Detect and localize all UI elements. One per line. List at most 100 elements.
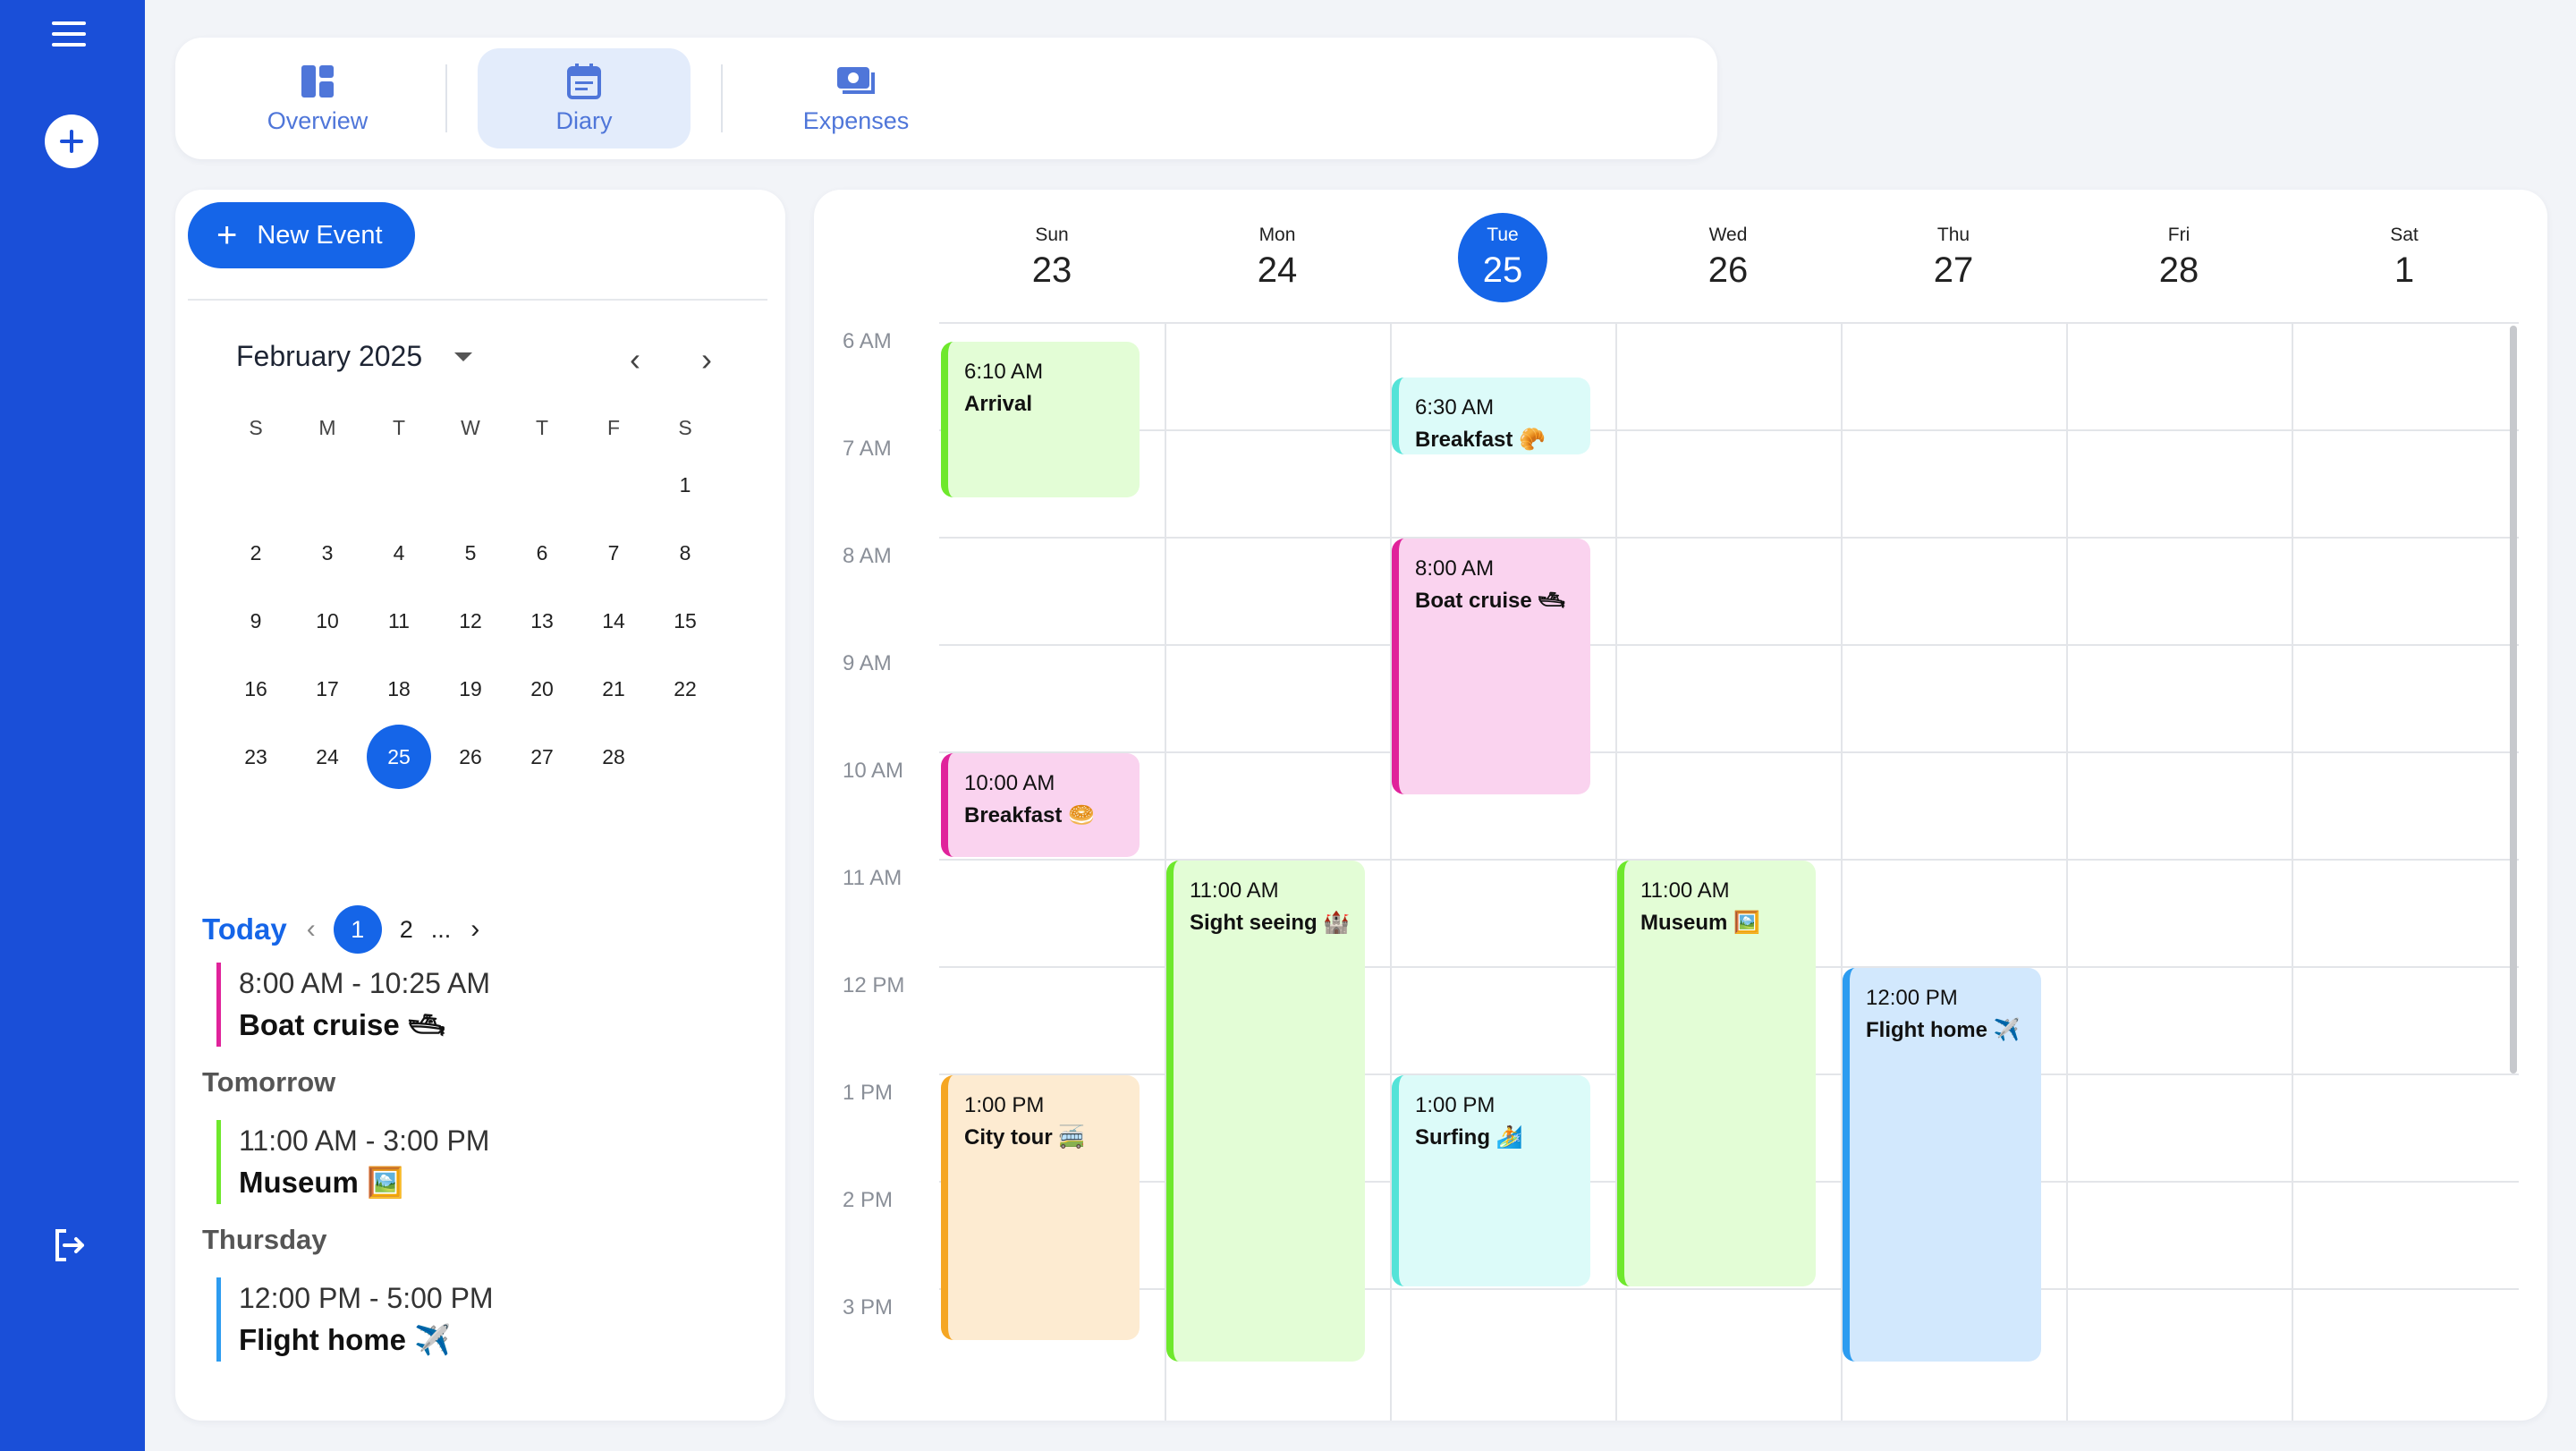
mini-calendar-day[interactable]: 3	[292, 519, 363, 587]
money-icon	[835, 63, 877, 100]
mini-calendar-day[interactable]: 22	[649, 655, 721, 723]
month-selector[interactable]: February 2025	[236, 340, 473, 373]
mini-calendar-day[interactable]: 28	[578, 723, 649, 791]
tab-diary[interactable]: Diary	[478, 48, 691, 148]
chevron-right-icon[interactable]: ›	[470, 914, 479, 945]
mini-calendar-day[interactable]: 7	[578, 519, 649, 587]
grid-line	[939, 537, 2519, 539]
calendar-event[interactable]: 12:00 PM Flight home ✈️	[1843, 968, 2041, 1362]
mini-calendar-day[interactable]: 8	[649, 519, 721, 587]
mini-calendar-day[interactable]: 23	[220, 723, 292, 791]
today-link[interactable]: Today	[202, 912, 287, 946]
page-1-button[interactable]: 1	[333, 905, 382, 954]
day-date: 24	[1257, 250, 1298, 290]
calendar-event[interactable]: 1:00 PM Surfing 🏄	[1392, 1075, 1590, 1286]
mini-calendar-day[interactable]: 9	[220, 587, 292, 655]
hamburger-menu-icon[interactable]	[52, 21, 93, 52]
mini-calendar-day[interactable]: 4	[363, 519, 435, 587]
add-circle-icon[interactable]	[45, 115, 98, 168]
mini-calendar-day[interactable]: 15	[649, 587, 721, 655]
tab-overview[interactable]: Overview	[211, 48, 424, 148]
event-title: Breakfast 🥐	[1415, 428, 1546, 452]
day-number: 4	[393, 540, 405, 564]
mini-calendar-day[interactable]: 26	[435, 723, 506, 791]
time-grid[interactable]: 6:10 AM Arrival 10:00 AM Breakfast 🥯 1:00 PM…	[939, 322, 2519, 1421]
day-number: 27	[530, 744, 554, 768]
logout-icon[interactable]	[50, 1226, 89, 1265]
empty-day-cell	[363, 451, 435, 519]
hour-label: 7 AM	[843, 437, 892, 461]
dashboard-icon	[300, 63, 335, 100]
mini-calendar-day[interactable]: 18	[363, 655, 435, 723]
day-header-tue[interactable]: Tue 25	[1390, 213, 1615, 302]
agenda-item-name: Museum 🖼️	[239, 1166, 404, 1199]
day-number: 18	[387, 676, 411, 700]
calendar-event[interactable]: 6:30 AM Breakfast 🥐	[1392, 378, 1590, 454]
day-header-thu[interactable]: Thu 27	[1841, 222, 2066, 292]
mini-calendar-day[interactable]: 2	[220, 519, 292, 587]
agenda-item-flight-home[interactable]: 12:00 PM - 5:00 PM Flight home ✈️	[216, 1277, 494, 1362]
mini-calendar-day[interactable]: 16	[220, 655, 292, 723]
mini-calendar-day[interactable]: 1	[649, 451, 721, 519]
day-number: 16	[244, 676, 267, 700]
weekday-label: T	[535, 416, 549, 439]
mini-calendar-day[interactable]: 21	[578, 655, 649, 723]
mini-calendar-day[interactable]: 11	[363, 587, 435, 655]
day-number: 6	[536, 540, 548, 564]
sidebar-panel: + New Event February 2025 ‹ › SMTWTFS123…	[175, 190, 785, 1421]
calendar-event[interactable]: 1:00 PM City tour 🚎	[941, 1075, 1140, 1340]
prev-month-button[interactable]: ‹	[617, 342, 653, 378]
mini-calendar-day[interactable]: 19	[435, 655, 506, 723]
agenda-group-label: Thursday	[202, 1224, 327, 1255]
mini-calendar-day[interactable]: 25	[363, 723, 435, 791]
next-month-button[interactable]: ›	[689, 342, 724, 378]
tab-expenses[interactable]: Expenses	[750, 48, 962, 148]
page-ellipsis[interactable]: ...	[431, 916, 452, 944]
mini-calendar-day[interactable]: 17	[292, 655, 363, 723]
scrollbar-thumb[interactable]	[2510, 326, 2517, 1073]
day-header-wed[interactable]: Wed 26	[1615, 222, 1841, 292]
event-time: 6:10 AM	[964, 360, 1044, 384]
agenda-header: Today ‹ 1 2 ... ›	[202, 905, 479, 954]
new-event-button[interactable]: + New Event	[188, 202, 415, 268]
hour-label: 3 PM	[843, 1295, 894, 1319]
calendar-event[interactable]: 11:00 AM Sight seeing 🏰	[1166, 861, 1365, 1362]
calendar-event[interactable]: 6:10 AM Arrival	[941, 342, 1140, 497]
hour-label: 10 AM	[843, 759, 904, 783]
mini-calendar-day[interactable]: 24	[292, 723, 363, 791]
hour-label: 6 AM	[843, 329, 892, 353]
agenda-item-boat-cruise[interactable]: 8:00 AM - 10:25 AM Boat cruise 🛥	[216, 963, 490, 1047]
mini-calendar-day[interactable]: 6	[506, 519, 578, 587]
day-header-mon[interactable]: Mon 24	[1165, 222, 1390, 292]
day-header-fri[interactable]: Fri 28	[2066, 222, 2292, 292]
empty-day-cell	[578, 451, 649, 519]
divider	[188, 299, 767, 301]
grid-column-line	[2292, 322, 2293, 1421]
hour-label: 1 PM	[843, 1081, 894, 1105]
event-time: 6:30 AM	[1415, 395, 1495, 420]
day-name: Tue	[1487, 225, 1519, 245]
day-header-sat[interactable]: Sat 1	[2292, 222, 2517, 292]
mini-calendar-day[interactable]: 13	[506, 587, 578, 655]
empty-day-cell	[506, 451, 578, 519]
mini-calendar-day[interactable]: 27	[506, 723, 578, 791]
weekday-label: M	[318, 416, 336, 439]
page-2-button[interactable]: 2	[400, 916, 413, 944]
day-number: 12	[459, 608, 482, 632]
day-number: 13	[530, 608, 554, 632]
calendar-event[interactable]: 10:00 AM Breakfast 🥯	[941, 753, 1140, 857]
mini-calendar-day[interactable]: 20	[506, 655, 578, 723]
agenda-item-museum[interactable]: 11:00 AM - 3:00 PM Museum 🖼️	[216, 1120, 489, 1204]
calendar-event[interactable]: 8:00 AM Boat cruise 🛥	[1392, 539, 1590, 795]
day-number: 2	[250, 540, 262, 564]
empty-day-cell	[292, 451, 363, 519]
mini-calendar-day[interactable]: 10	[292, 587, 363, 655]
mini-calendar-day[interactable]: 12	[435, 587, 506, 655]
day-header-sun[interactable]: Sun 23	[939, 222, 1165, 292]
calendar-event[interactable]: 11:00 AM Museum 🖼️	[1617, 861, 1816, 1286]
event-title: Sight seeing 🏰	[1190, 911, 1351, 935]
mini-calendar: S M T W T F S 1 2 3 4 5 6 7 8 9 10 11 12 13 14 15 16 17 18 19 20 21…	[220, 412, 721, 791]
mini-calendar-day[interactable]: 14	[578, 587, 649, 655]
mini-calendar-day[interactable]: 5	[435, 519, 506, 587]
chevron-left-icon[interactable]: ‹	[307, 914, 316, 945]
